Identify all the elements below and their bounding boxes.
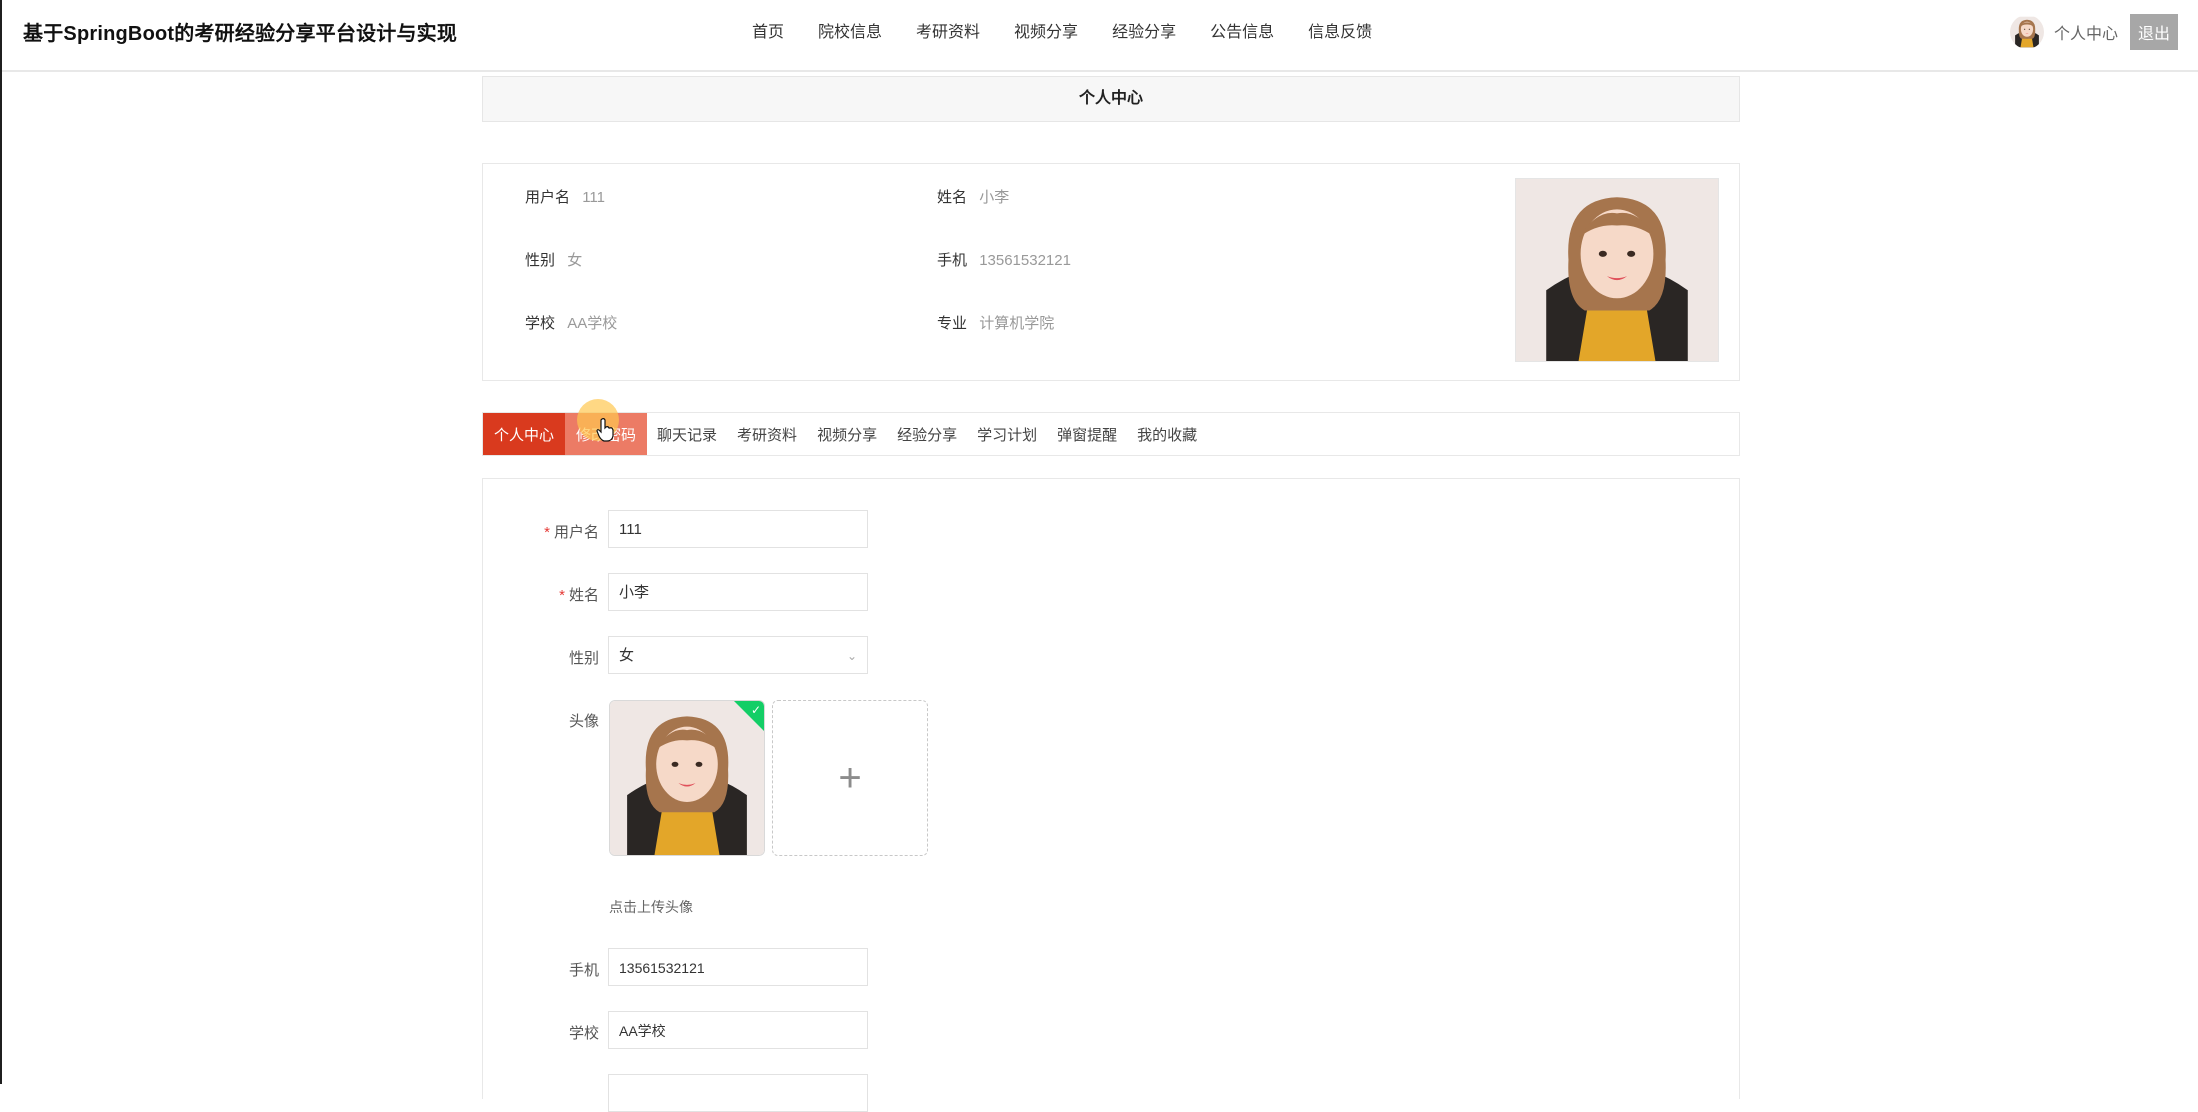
upload-tip[interactable]: 点击上传头像 [609, 897, 693, 917]
info-school-label: 学校 [525, 315, 556, 332]
tab-study-plan[interactable]: 学习计划 [967, 413, 1047, 455]
user-center-link[interactable]: 个人中心 [2054, 20, 2118, 44]
page-title: 个人中心 [1078, 90, 1143, 107]
tab-experience[interactable]: 经验分享 [887, 413, 967, 455]
phone-input[interactable]: 13561532121 [608, 948, 868, 986]
info-username-value: 111 [582, 189, 605, 206]
info-username-label: 用户名 [525, 189, 571, 206]
avatar[interactable] [2010, 15, 2044, 49]
gender-select[interactable]: 女 ⌄ [608, 636, 868, 674]
upload-avatar-button[interactable]: + [772, 700, 928, 856]
nav-item-materials[interactable]: 考研资料 [916, 18, 980, 42]
info-phone: 手机 13561532121 [937, 249, 1071, 270]
nav-item-feedback[interactable]: 信息反馈 [1308, 18, 1372, 42]
form-name-label-text: 姓名 [568, 587, 599, 604]
window-left-border [0, 0, 2, 1084]
form-avatar-label: 头像 [568, 713, 599, 730]
info-name-value: 小李 [979, 189, 1010, 206]
tab-personal-center[interactable]: 个人中心 [483, 413, 566, 455]
tab-materials[interactable]: 考研资料 [727, 413, 807, 455]
info-school-value: AA学校 [567, 315, 618, 332]
site-title: 基于SpringBoot的考研经验分享平台设计与实现 [23, 23, 458, 45]
school-input[interactable]: AA学校 [608, 1011, 868, 1049]
form-username-label: * 用户名 [479, 521, 599, 542]
profile-photo-image [1516, 179, 1718, 361]
form-username-label-text: 用户名 [553, 524, 599, 541]
info-username: 用户名 111 [525, 186, 605, 207]
chevron-down-icon: ⌄ [846, 649, 857, 663]
form-school-label: 学校 [568, 1025, 599, 1042]
top-header: 基于SpringBoot的考研经验分享平台设计与实现 首页 院校信息 考研资料 … [2, 0, 2198, 72]
form-phone-label: 手机 [568, 962, 599, 979]
avatar-image [2010, 15, 2044, 49]
next-field-input[interactable] [608, 1074, 868, 1112]
nav-item-notices[interactable]: 公告信息 [1210, 18, 1274, 42]
info-school: 学校 AA学校 [525, 312, 617, 333]
info-phone-value: 13561532121 [979, 252, 1071, 269]
info-major: 专业 计算机学院 [937, 312, 1054, 333]
tab-chat-history[interactable]: 聊天记录 [647, 413, 727, 455]
tab-popup-reminder[interactable]: 弹窗提醒 [1047, 413, 1127, 455]
info-name-label: 姓名 [937, 189, 968, 206]
profile-info-card: 用户名 111 姓名 小李 性别 女 手机 13561532121 学校 AA学… [482, 163, 1740, 381]
profile-photo [1515, 178, 1719, 362]
info-phone-label: 手机 [937, 252, 968, 269]
info-gender-label: 性别 [525, 252, 556, 269]
main-nav: 首页 院校信息 考研资料 视频分享 经验分享 公告信息 信息反馈 [752, 18, 1406, 42]
hand-pointer-icon [596, 418, 614, 442]
info-name: 姓名 小李 [937, 186, 1009, 207]
tab-my-favorites[interactable]: 我的收藏 [1127, 413, 1207, 455]
profile-tabs: 个人中心 修改密码 聊天记录 考研资料 视频分享 经验分享 学习计划 弹窗提醒 … [482, 412, 1740, 456]
plus-icon: + [838, 755, 862, 800]
user-area: 个人中心 退出 [2010, 14, 2178, 50]
gender-select-value: 女 [619, 647, 635, 664]
info-major-label: 专业 [937, 315, 968, 332]
info-major-value: 计算机学院 [979, 315, 1055, 332]
form-gender-label: 性别 [568, 650, 599, 667]
tab-videos[interactable]: 视频分享 [807, 413, 887, 455]
username-input[interactable]: 111 [608, 510, 868, 548]
required-mark: * [544, 524, 550, 541]
nav-item-schools[interactable]: 院校信息 [818, 18, 882, 42]
check-icon: ✓ [750, 703, 761, 717]
form-name-label: * 姓名 [479, 584, 599, 605]
uploaded-avatar-thumb[interactable]: ✓ [609, 700, 765, 856]
nav-item-home[interactable]: 首页 [752, 18, 784, 42]
info-gender: 性别 女 [525, 249, 582, 270]
logout-button[interactable]: 退出 [2129, 14, 2178, 50]
info-gender-value: 女 [567, 252, 583, 269]
required-mark: * [559, 587, 565, 604]
page-title-banner: 个人中心 [482, 76, 1740, 122]
name-input[interactable]: 小李 [608, 573, 868, 611]
nav-item-experience[interactable]: 经验分享 [1112, 18, 1176, 42]
nav-item-videos[interactable]: 视频分享 [1014, 18, 1078, 42]
